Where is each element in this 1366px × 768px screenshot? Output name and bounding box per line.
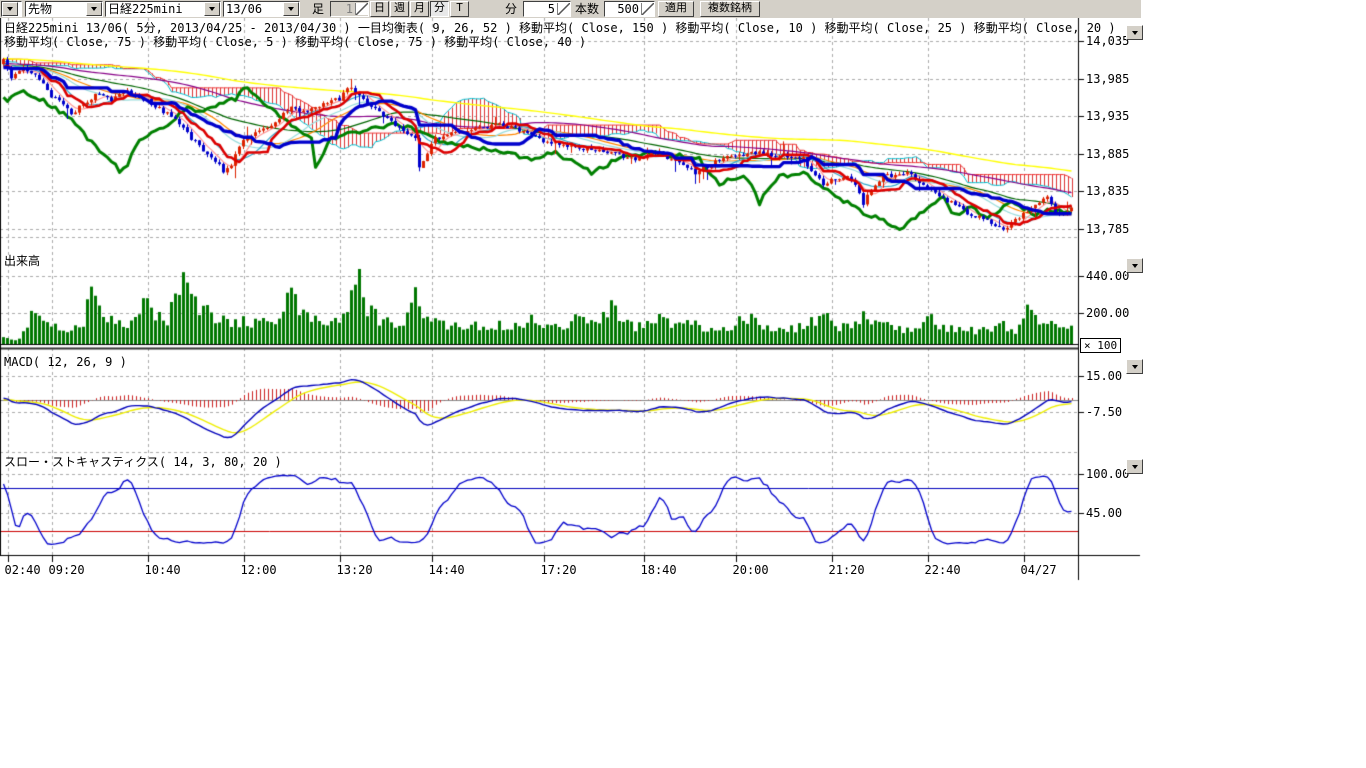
stoch-axis-label: 100.00 (1086, 468, 1129, 481)
panel-scale-dropdown-button[interactable] (1126, 359, 1143, 374)
period-button-3[interactable]: 月 (410, 1, 429, 17)
minute-spinner[interactable]: 5 (523, 1, 571, 17)
bar-interval-value: 1 (331, 2, 355, 16)
time-axis-label: 13:20 (337, 564, 373, 577)
market-combo-value: 先物 (26, 2, 86, 16)
price-axis-label: 13,785 (1086, 223, 1129, 236)
minute-value: 5 (524, 2, 557, 16)
spin-updown-icon[interactable] (355, 3, 368, 15)
apply-button[interactable]: 適用 (658, 1, 694, 17)
bar-interval-spinner[interactable]: 1 (330, 1, 369, 17)
bar-count-value: 500 (605, 2, 641, 16)
price-axis-label: 14,035 (1086, 35, 1129, 48)
price-axis-label: 13,985 (1086, 73, 1129, 86)
time-axis-label: 17:20 (541, 564, 577, 577)
time-axis-label: 04/27 (1021, 564, 1057, 577)
bar-count-spinner[interactable]: 500 (604, 1, 655, 17)
spin-updown-icon[interactable] (641, 3, 654, 15)
time-axis-label: 18:40 (641, 564, 677, 577)
panel-scale-dropdown-button[interactable] (1126, 258, 1143, 273)
period-button-1[interactable]: 日 (370, 1, 389, 17)
time-axis-label: 09:20 (49, 564, 85, 577)
combo-dropdown-icon[interactable] (2, 2, 18, 16)
time-axis-label: 12:00 (241, 564, 277, 577)
time-axis-label: 02:40 (5, 564, 41, 577)
combo-dropdown-icon[interactable] (283, 2, 299, 16)
price-axis-label: 13,935 (1086, 110, 1129, 123)
time-axis-label: 14:40 (429, 564, 465, 577)
time-axis-label: 22:40 (925, 564, 961, 577)
price-volume-macd-stoch-chart-canvas[interactable] (0, 18, 1145, 583)
contract-month-combo[interactable]: 13/06 (223, 1, 300, 17)
multi-symbol-button[interactable]: 複数銘柄 (700, 1, 760, 17)
price-axis-label: 13,885 (1086, 148, 1129, 161)
symbol-combo[interactable]: 日経225mini (105, 1, 221, 17)
combo-dropdown-icon[interactable] (204, 2, 220, 16)
macd-axis-label: 15.00 (1086, 370, 1122, 383)
time-axis-label: 20:00 (733, 564, 769, 577)
minute-label: 分 (505, 1, 517, 16)
period-button-5[interactable]: T (450, 1, 469, 17)
time-axis-label: 10:40 (145, 564, 181, 577)
chevron-down-icon (1132, 465, 1138, 469)
stoch-axis-label: 45.00 (1086, 507, 1122, 520)
macd-axis-label: -7.50 (1086, 406, 1122, 419)
market-combo[interactable]: 先物 (25, 1, 103, 17)
chevron-down-icon (1132, 31, 1138, 35)
bar-count-label: 本数 (575, 1, 599, 16)
symbol-type-combo[interactable] (1, 1, 22, 17)
panel-scale-dropdown-button[interactable] (1126, 459, 1143, 474)
volume-axis-label: 440.00 (1086, 270, 1129, 283)
chart-region: 日経225mini 13/06( 5分, 2013/04/25 - 2013/0… (0, 18, 1145, 583)
volume-axis-label: 200.00 (1086, 307, 1129, 320)
bar-type-label: 足 (312, 1, 324, 16)
spin-updown-icon[interactable] (557, 3, 570, 15)
chevron-down-icon (1132, 264, 1138, 268)
volume-multiplier-badge: × 100 (1080, 338, 1121, 353)
chart-application-window: 先物 日経225mini 13/06 足 1 日週月分T 分 5 本数 500 … (0, 0, 1366, 768)
period-button-2[interactable]: 週 (390, 1, 409, 17)
panel-scale-dropdown-button[interactable] (1126, 25, 1143, 40)
period-button-4[interactable]: 分 (430, 1, 449, 17)
contract-combo-value: 13/06 (224, 2, 283, 16)
price-axis-label: 13,835 (1086, 185, 1129, 198)
symbol-combo-value: 日経225mini (106, 2, 204, 16)
time-axis-label: 21:20 (829, 564, 865, 577)
combo-dropdown-icon[interactable] (86, 2, 102, 16)
chevron-down-icon (1132, 365, 1138, 369)
toolbar: 先物 日経225mini 13/06 足 1 日週月分T 分 5 本数 500 … (0, 0, 1141, 19)
